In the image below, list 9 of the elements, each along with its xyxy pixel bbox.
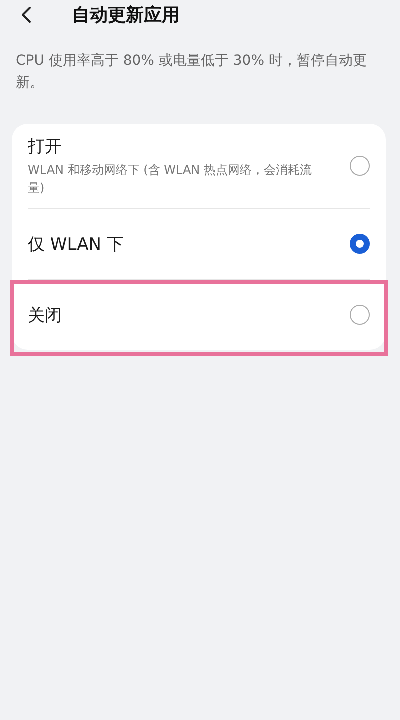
radio-button[interactable] <box>350 156 370 176</box>
option-row[interactable]: 仅 WLAN 下 <box>28 209 370 279</box>
radio-button[interactable] <box>350 305 370 325</box>
option-row[interactable]: 打开 WLAN 和移动网络下 (含 WLAN 热点网络，会消耗流量) <box>28 124 370 208</box>
option-row[interactable]: 关闭 <box>28 280 370 350</box>
description-text: CPU 使用率高于 80% 或电量低于 30% 时，暂停自动更新。 <box>16 52 368 93</box>
page-title: 自动更新应用 <box>72 4 180 27</box>
radio-button[interactable] <box>350 234 370 254</box>
back-button[interactable] <box>20 6 32 24</box>
